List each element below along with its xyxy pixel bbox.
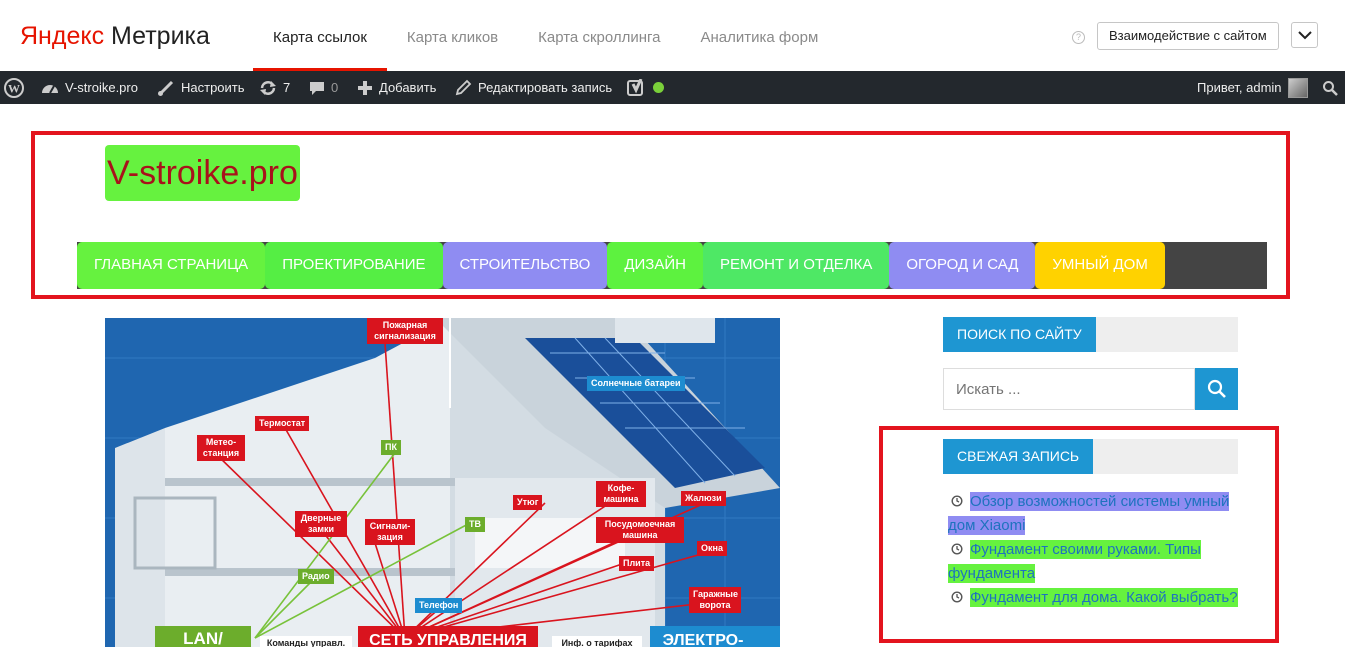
updates-link[interactable]: 7 (259, 71, 290, 104)
lan-label: LAN/ (183, 629, 223, 647)
site-interaction-button[interactable]: Взаимодействие с сайтом (1097, 22, 1279, 50)
search-input[interactable] (943, 368, 1195, 410)
nav-item-renovation[interactable]: РЕМОНТ И ОТДЕЛКА (702, 242, 890, 289)
my-account-menu[interactable]: Привет, admin (1197, 71, 1308, 104)
tv-tag: ТВ (465, 517, 485, 532)
nav-item-construction[interactable]: СТРОИТЕЛЬСТВО (442, 242, 608, 289)
yoast-icon (627, 78, 643, 96)
search-button[interactable] (1195, 368, 1238, 410)
windows-tag: Окна (697, 541, 727, 556)
chevron-down-icon (1298, 31, 1312, 40)
svg-text:W: W (8, 81, 20, 95)
nav-item-smart-home[interactable]: УМНЫЙ ДОМ (1035, 242, 1165, 289)
wordpress-logo-icon: W (4, 77, 24, 98)
nav-item-design[interactable]: ПРОЕКТИРОВАНИЕ (265, 242, 443, 289)
electro-label: ЭЛЕКТРО- (663, 632, 744, 647)
recent-post-link[interactable]: Фундамент своими руками. Типы фундамента (948, 540, 1201, 583)
alarm-tag: Сигнали- зация (365, 519, 415, 545)
recent-posts-list: Обзор возможностей системы умный дом Xia… (948, 490, 1248, 610)
admin-search[interactable] (1322, 71, 1338, 104)
recent-widget-label: СВЕЖАЯ ЗАПИСЬ (943, 439, 1094, 474)
tariffs-label: Инф. о тарифах (561, 638, 632, 647)
radio-tag: Радио (298, 569, 334, 584)
list-item: Фундамент для дома. Какой выбрать? (948, 586, 1248, 610)
avatar (1287, 77, 1308, 98)
nav-item-interior[interactable]: ДИЗАЙН (607, 242, 703, 289)
blinds-tag: Жалюзи (681, 491, 726, 506)
solar-tag: Солнечные батареи (587, 376, 685, 391)
site-title[interactable]: V-stroike.pro (105, 145, 300, 201)
tab-form-analytics[interactable]: Аналитика форм (681, 0, 839, 71)
comments-link[interactable]: 0 (309, 71, 338, 104)
recent-post-link[interactable]: Фундамент для дома. Какой выбрать? (970, 588, 1238, 607)
add-new-label: Добавить (379, 80, 437, 95)
garage-tag: Гаражные ворота (689, 587, 741, 613)
greeting: Привет, admin (1197, 80, 1282, 95)
customize-link[interactable]: Настроить (157, 71, 245, 104)
main-navigation: ГЛАВНАЯ СТРАНИЦА ПРОЕКТИРОВАНИЕ СТРОИТЕЛ… (77, 242, 1267, 289)
search-icon (1207, 379, 1226, 398)
search-widget-label: ПОИСК ПО САЙТУ (943, 317, 1096, 352)
weather-station-tag: Метео- станция (197, 435, 245, 461)
wp-admin-bar: W V-stroike.pro Настроить 7 0 Добавить Р… (0, 71, 1345, 104)
coffee-machine-tag: Кофе- машина (596, 481, 646, 507)
phone-tag: Телефон (415, 598, 463, 613)
pc-tag: ПК (381, 440, 401, 455)
network-label: СЕТЬ УПРАВЛЕНИЯ (369, 632, 527, 647)
search-widget-title: ПОИСК ПО САЙТУ (943, 317, 1238, 352)
search-icon (1323, 80, 1338, 96)
plus-icon (358, 80, 372, 95)
stove-tag: Плита (619, 556, 655, 571)
iron-tag: Утюг (513, 495, 543, 510)
logo-product: Метрика (111, 22, 210, 50)
wordpress-menu[interactable]: W (4, 71, 24, 104)
updates-icon (260, 80, 276, 95)
fire-alarm-tag: Пожарная сигнализация (367, 318, 443, 344)
add-new-link[interactable]: Добавить (357, 71, 436, 104)
recent-widget-title: СВЕЖАЯ ЗАПИСЬ (943, 439, 1238, 474)
customize-label: Настроить (181, 80, 245, 95)
comment-icon (310, 81, 324, 95)
tab-scroll-map[interactable]: Карта скроллинга (518, 0, 680, 71)
clock-icon (951, 591, 963, 603)
recent-post-link[interactable]: Обзор возможностей системы умный дом Xia… (948, 492, 1230, 535)
edit-post-link[interactable]: Редактировать запись (455, 71, 612, 104)
featured-image[interactable]: LAN/ Команды управл. СЕТЬ УПРАВЛЕНИЯ Инф… (105, 318, 780, 647)
tab-click-map[interactable]: Карта кликов (387, 0, 518, 71)
metrika-tabs: Карта ссылок Карта кликов Карта скроллин… (253, 0, 838, 71)
door-locks-tag: Дверные замки (295, 511, 347, 537)
site-name: V-stroike.pro (65, 80, 138, 95)
thermostat-tag: Термостат (255, 416, 310, 431)
logo-yandex: Яндекс (20, 22, 105, 50)
nav-item-garden[interactable]: ОГОРОД И САД (889, 242, 1036, 289)
dishwasher-tag: Посудомоечная машина (596, 517, 684, 543)
clock-icon (951, 543, 963, 555)
list-item: Обзор возможностей системы умный дом Xia… (948, 490, 1248, 538)
site-name-menu[interactable]: V-stroike.pro (41, 71, 138, 104)
nav-item-home[interactable]: ГЛАВНАЯ СТРАНИЦА (77, 242, 266, 289)
pencil-icon (455, 79, 472, 96)
comments-count: 0 (331, 80, 339, 95)
metrika-logo[interactable]: Яндекс Метрика (20, 22, 210, 50)
brush-icon (158, 80, 174, 96)
seo-status-dot (653, 82, 664, 93)
dropdown-button[interactable] (1291, 22, 1318, 48)
dashboard-icon (42, 84, 58, 93)
list-item: Фундамент своими руками. Типы фундамента (948, 538, 1248, 586)
clock-icon (951, 495, 963, 507)
metrika-toolbar: Яндекс Метрика Карта ссылок Карта кликов… (0, 0, 1345, 71)
commands-label: Команды управл. (267, 638, 345, 647)
help-icon[interactable]: ? (1072, 31, 1085, 44)
tab-link-map[interactable]: Карта ссылок (253, 0, 387, 71)
edit-post-label: Редактировать запись (478, 80, 613, 95)
updates-count: 7 (283, 80, 291, 95)
seo-menu[interactable] (627, 71, 664, 104)
